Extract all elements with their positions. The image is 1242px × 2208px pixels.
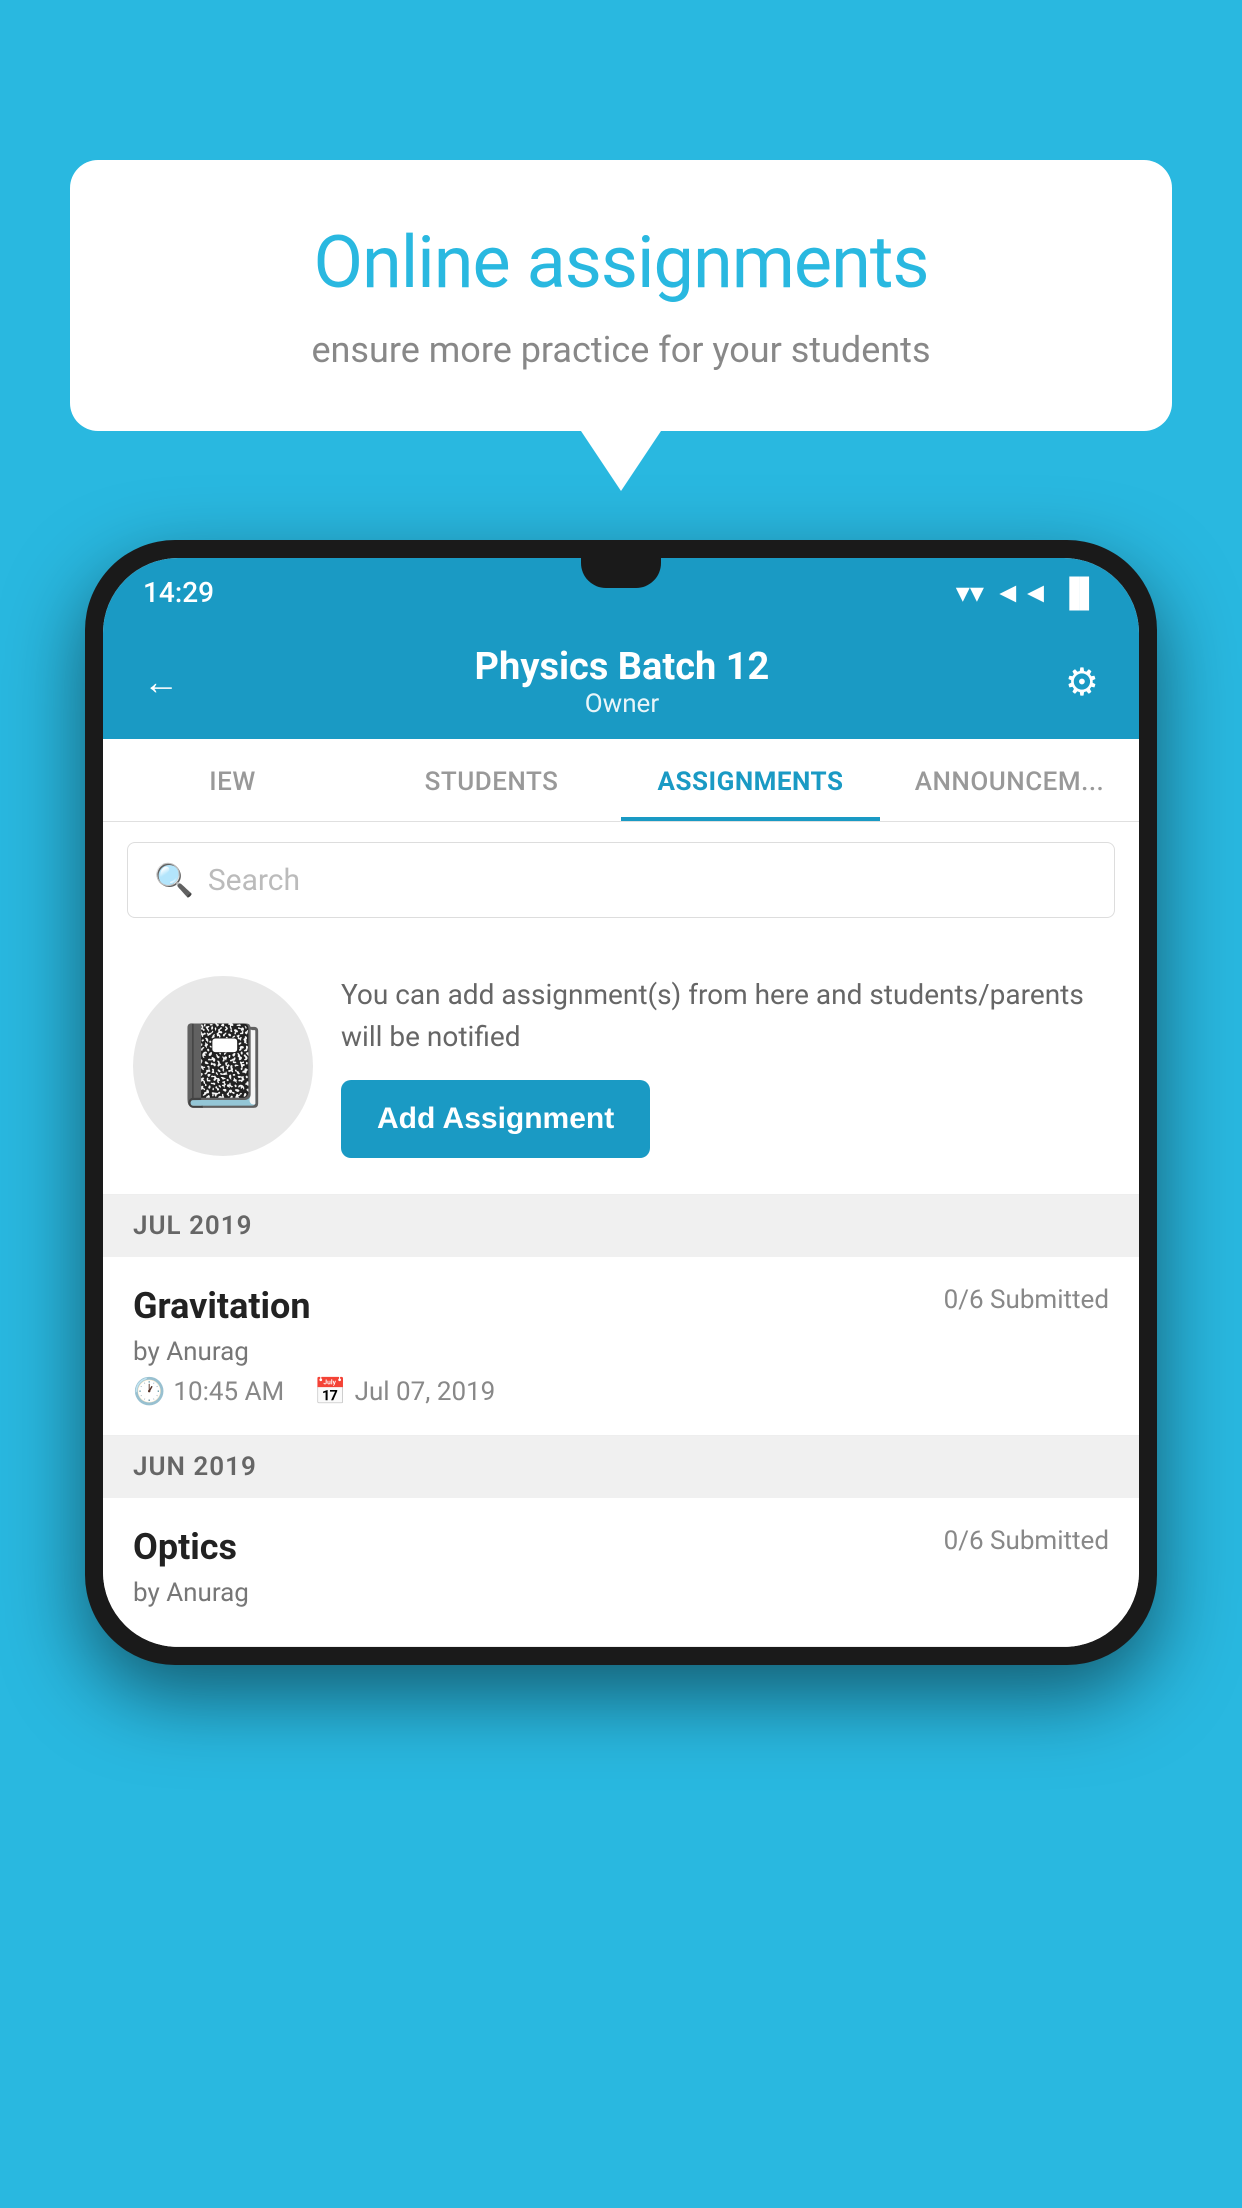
assignment-top-gravitation: Gravitation 0/6 Submitted: [133, 1285, 1109, 1327]
speech-bubble-container: Online assignments ensure more practice …: [70, 160, 1172, 491]
tab-bar: IEW STUDENTS ASSIGNMENTS ANNOUNCEM...: [103, 739, 1139, 822]
speech-bubble: Online assignments ensure more practice …: [70, 160, 1172, 431]
app-header: ← Physics Batch 12 Owner ⚙: [103, 623, 1139, 739]
assignment-item-gravitation[interactable]: Gravitation 0/6 Submitted by Anurag 🕐 10…: [103, 1257, 1139, 1436]
tab-iew[interactable]: IEW: [103, 739, 362, 821]
search-container: 🔍 Search: [103, 822, 1139, 938]
promo-icon-circle: 📓: [133, 976, 313, 1156]
owner-label: Owner: [475, 689, 770, 719]
assignment-top-optics: Optics 0/6 Submitted: [133, 1526, 1109, 1568]
header-title-block: Physics Batch 12 Owner: [475, 645, 770, 719]
assignment-details-gravitation: 🕐 10:45 AM 📅 Jul 07, 2019: [133, 1377, 1109, 1407]
clock-icon: 🕐: [133, 1377, 165, 1407]
status-time: 14:29: [143, 576, 214, 609]
speech-bubble-title: Online assignments: [140, 220, 1102, 305]
date-detail-gravitation: 📅 Jul 07, 2019: [314, 1377, 495, 1407]
tab-announcements[interactable]: ANNOUNCEM...: [880, 739, 1139, 821]
promo-section: 📓 You can add assignment(s) from here an…: [103, 938, 1139, 1195]
assignment-date-gravitation: Jul 07, 2019: [355, 1377, 496, 1407]
assignment-item-optics[interactable]: Optics 0/6 Submitted by Anurag: [103, 1498, 1139, 1647]
assignment-submitted-optics: 0/6 Submitted: [944, 1526, 1109, 1556]
time-detail-gravitation: 🕐 10:45 AM: [133, 1377, 284, 1407]
section-header-jun: JUN 2019: [103, 1436, 1139, 1498]
assignment-by-optics: by Anurag: [133, 1578, 1109, 1608]
phone-container: 14:29 ▾▾ ◄◄ ▐▌ ← Physics Batch 12 Owner …: [85, 540, 1157, 1665]
search-placeholder: Search: [208, 863, 300, 898]
settings-icon[interactable]: ⚙: [1065, 660, 1099, 705]
promo-content: You can add assignment(s) from here and …: [341, 974, 1109, 1158]
phone-screen: 14:29 ▾▾ ◄◄ ▐▌ ← Physics Batch 12 Owner …: [103, 558, 1139, 1647]
speech-bubble-subtitle: ensure more practice for your students: [140, 329, 1102, 371]
back-button[interactable]: ←: [143, 661, 179, 703]
battery-icon: ▐▌: [1059, 576, 1099, 609]
assignment-name-gravitation: Gravitation: [133, 1285, 311, 1327]
wifi-icon: ▾▾: [956, 576, 984, 609]
phone-notch: [581, 558, 661, 588]
search-bar[interactable]: 🔍 Search: [127, 842, 1115, 918]
assignment-name-optics: Optics: [133, 1526, 237, 1568]
notebook-icon: 📓: [173, 1019, 273, 1113]
signal-icon: ◄◄: [994, 576, 1049, 609]
promo-text: You can add assignment(s) from here and …: [341, 974, 1109, 1058]
tab-assignments[interactable]: ASSIGNMENTS: [621, 739, 880, 821]
phone-frame: 14:29 ▾▾ ◄◄ ▐▌ ← Physics Batch 12 Owner …: [85, 540, 1157, 1665]
status-icons: ▾▾ ◄◄ ▐▌: [956, 576, 1099, 609]
assignment-time-gravitation: 10:45 AM: [173, 1377, 284, 1407]
section-header-jul: JUL 2019: [103, 1195, 1139, 1257]
batch-title: Physics Batch 12: [475, 645, 770, 689]
search-icon: 🔍: [154, 861, 194, 899]
assignment-by-gravitation: by Anurag: [133, 1337, 1109, 1367]
speech-bubble-arrow: [581, 431, 661, 491]
tab-students[interactable]: STUDENTS: [362, 739, 621, 821]
add-assignment-button[interactable]: Add Assignment: [341, 1080, 650, 1158]
assignment-submitted-gravitation: 0/6 Submitted: [944, 1285, 1109, 1315]
calendar-icon: 📅: [314, 1377, 346, 1407]
